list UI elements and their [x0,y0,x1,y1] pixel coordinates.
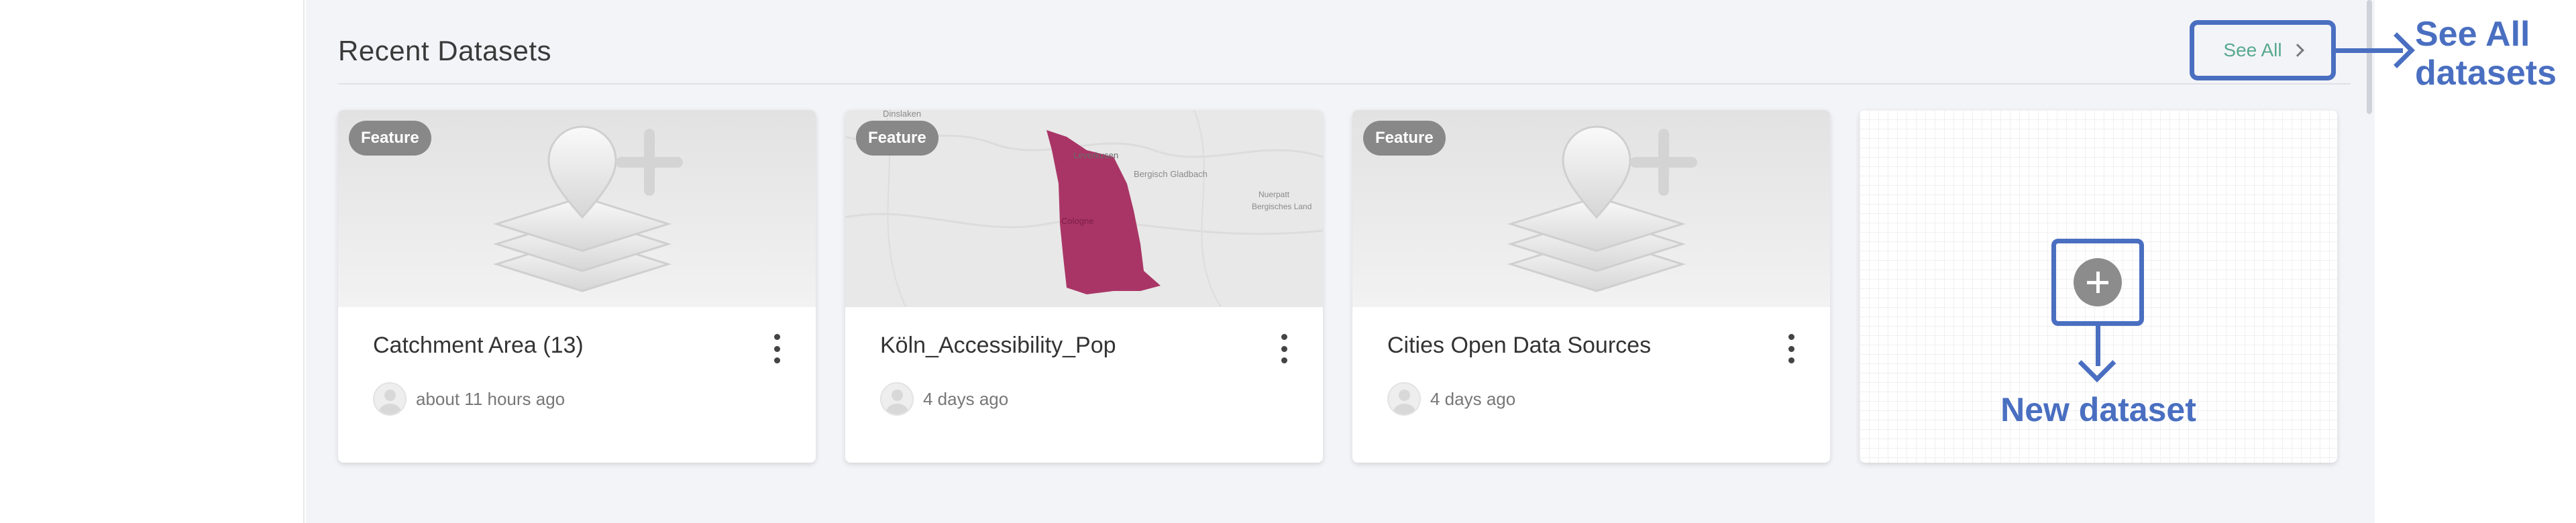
layers-plus-icon [1507,125,1697,292]
kebab-menu-icon[interactable] [770,329,784,369]
chevron-right-icon [2290,44,2304,57]
annotation-arrow-head [2379,32,2415,68]
kebab-menu-icon[interactable] [1277,329,1291,369]
type-badge: Feature [349,121,431,156]
dataset-name[interactable]: Catchment Area (13) [373,333,584,359]
see-all-label: See All [2223,40,2282,60]
map-label: Cologne [1061,216,1093,226]
dataset-name[interactable]: Cities Open Data Sources [1387,333,1651,359]
annotation-arrow-head [2078,344,2116,383]
map-label: Bergisch Gladbach [1134,169,1208,179]
new-dataset-label: New dataset [2000,391,2196,428]
timestamp: 4 days ago [923,389,1009,409]
type-badge: Feature [856,121,938,156]
dataset-card[interactable]: Feature Cities Open Data Sources 4 days … [1352,110,1830,463]
avatar [373,382,407,416]
section-divider [338,83,2351,84]
timestamp: about 11 hours ago [416,389,566,409]
map-label: Bergisches Land [1252,202,1311,211]
kebab-menu-icon[interactable] [1784,329,1798,369]
see-all-callout: See All datasets [2415,15,2557,93]
section-title: Recent Datasets [338,35,551,66]
new-dataset-card[interactable]: New dataset [1860,110,2337,463]
type-badge: Feature [1363,121,1446,156]
dataset-name[interactable]: Köln_Accessibility_Pop [880,333,1116,359]
left-panel [0,0,305,523]
map-label: Dinslaken [883,110,921,119]
map-label: Leverkusen [1073,150,1118,160]
avatar [1387,382,1421,416]
avatar [880,382,914,416]
callout-line: See All [2415,15,2530,54]
see-all-button[interactable]: See All [2190,20,2336,80]
layers-plus-icon [492,125,683,292]
callout-line: datasets [2415,54,2557,93]
add-dataset-icon[interactable] [2074,258,2122,306]
timestamp: 4 days ago [1430,389,1516,409]
dataset-card[interactable]: Dinslaken Leverkusen Bergisch Gladbach C… [845,110,1323,463]
map-label: Nuerpatt [1258,190,1290,199]
new-dataset-highlight [2051,239,2144,326]
dataset-card[interactable]: Feature Catchment Area (13) about 11 hou… [338,110,816,463]
scrollbar-thumb[interactable] [2367,0,2372,114]
